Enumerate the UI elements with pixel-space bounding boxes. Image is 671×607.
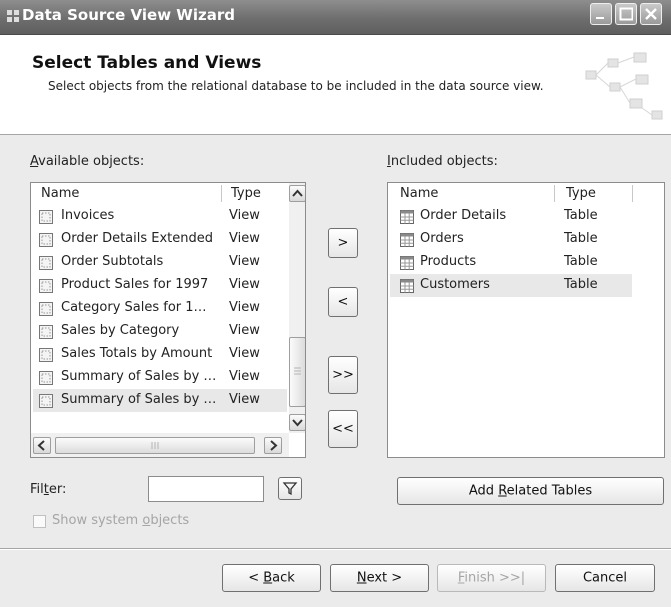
available-object-row[interactable]: Order Details Extended View (33, 228, 287, 251)
available-col-type[interactable]: Type (231, 186, 261, 201)
available-object-row-name: Product Sales for 1997 (61, 277, 209, 292)
available-horizontal-scrollbar[interactable] (31, 433, 289, 457)
back-button[interactable]: < Back (222, 564, 321, 592)
included-column-header: Name Type (388, 183, 664, 204)
available-object-row-type: View (229, 254, 260, 269)
included-col-type[interactable]: Type (566, 186, 596, 201)
filter-funnel-icon (282, 482, 298, 496)
filter-button[interactable] (278, 477, 302, 500)
available-object-row-type: View (229, 346, 260, 361)
add-related-tables-button[interactable]: Add Related Tables (397, 477, 664, 505)
included-object-row-type: Table (564, 208, 598, 223)
available-object-row-name: Category Sales for 1… (61, 300, 207, 315)
included-col-name[interactable]: Name (400, 186, 438, 201)
next-button[interactable]: Next > (330, 564, 429, 592)
included-object-row-type: Table (564, 231, 598, 246)
column-separator (632, 185, 633, 202)
column-separator (554, 185, 555, 202)
available-col-name[interactable]: Name (41, 186, 79, 201)
maximize-icon (619, 7, 633, 21)
available-object-row[interactable]: Sales by Category View (33, 320, 287, 343)
included-object-row-name: Customers (420, 277, 490, 292)
wizard-window: Data Source View Wizard Select Tables an… (0, 0, 671, 607)
maximize-button[interactable] (615, 3, 637, 25)
page-subtitle: Select objects from the relational datab… (48, 79, 544, 93)
available-object-row-name: Summary of Sales by … (61, 369, 217, 384)
included-object-row-type: Table (564, 254, 598, 269)
window-title: Data Source View Wizard (22, 6, 235, 24)
included-object-row[interactable]: Order Details Table (390, 205, 632, 228)
available-object-row-type: View (229, 277, 260, 292)
data-source-banner-icon (585, 52, 663, 120)
cancel-button[interactable]: Cancel (555, 564, 655, 592)
available-object-row-type: View (229, 231, 260, 246)
scroll-left-button[interactable] (33, 437, 51, 454)
available-object-row-name: Order Subtotals (61, 254, 164, 269)
minimize-icon (596, 17, 604, 19)
finish-button[interactable]: Finish >>| (437, 564, 546, 592)
available-column-header: Name Type (31, 183, 289, 204)
scroll-thumb[interactable] (289, 337, 305, 407)
chevron-down-icon (292, 419, 303, 427)
included-object-row[interactable]: Orders Table (390, 228, 632, 251)
footer-divider-highlight (0, 549, 671, 550)
included-object-row-name: Products (420, 254, 477, 269)
chevron-up-icon (292, 189, 303, 197)
scroll-right-button[interactable] (264, 437, 282, 454)
available-object-row[interactable]: Category Sales for 1… View (33, 297, 287, 320)
close-button[interactable] (640, 3, 662, 25)
available-object-row-type: View (229, 323, 260, 338)
show-system-objects-checkbox[interactable] (33, 515, 46, 528)
app-icon (7, 10, 19, 22)
add-selected-button[interactable]: > (328, 228, 358, 258)
available-object-row-type: View (229, 392, 260, 407)
available-object-row-type: View (229, 369, 260, 384)
available-object-row[interactable]: Summary of Sales by … View (33, 366, 287, 389)
included-object-row[interactable]: Products Table (390, 251, 632, 274)
available-object-row-name: Invoices (61, 208, 115, 223)
included-objects-list[interactable]: Name Type Order Details Table Orders Table P… (387, 182, 665, 458)
available-object-row-name: Order Details Extended (61, 231, 214, 246)
grip-icon (151, 442, 159, 449)
remove-selected-button[interactable]: < (328, 287, 358, 317)
available-object-row-type: View (229, 300, 260, 315)
available-objects-label: Available objects: (30, 154, 145, 169)
available-object-row-name: Sales Totals by Amount (61, 346, 213, 361)
available-object-row[interactable]: Product Sales for 1997 View (33, 274, 287, 297)
available-object-row[interactable]: Sales Totals by Amount View (33, 343, 287, 366)
close-icon (645, 8, 657, 20)
show-system-objects-label: Show system objects (52, 513, 190, 528)
wizard-header: Select Tables and Views Select objects f… (0, 35, 671, 135)
filter-label: Filter: (30, 482, 67, 497)
included-object-row-type: Table (564, 277, 598, 292)
chevron-left-icon (37, 440, 45, 451)
page-title: Select Tables and Views (32, 53, 262, 73)
chevron-right-icon (270, 440, 278, 451)
included-object-row-name: Order Details (420, 208, 507, 223)
included-object-row[interactable]: Customers Table (390, 274, 632, 297)
available-object-row[interactable]: Summary of Sales by … View (33, 389, 287, 412)
remove-all-button[interactable]: << (328, 410, 358, 448)
included-objects-label: Included objects: (387, 154, 498, 169)
minimize-button[interactable] (590, 3, 612, 25)
grip-icon (294, 367, 301, 375)
available-object-row-type: View (229, 208, 260, 223)
column-separator (221, 185, 222, 202)
horizontal-scroll-thumb[interactable] (55, 437, 255, 454)
available-object-row[interactable]: Invoices View (33, 205, 287, 228)
available-objects-list[interactable]: Name Type Invoices View Order Details Exte… (30, 182, 306, 458)
filter-input[interactable] (148, 476, 264, 502)
scroll-up-button[interactable] (289, 185, 305, 202)
included-object-row-name: Orders (420, 231, 464, 246)
add-all-button[interactable]: >> (328, 356, 358, 394)
available-object-row[interactable]: Order Subtotals View (33, 251, 287, 274)
title-bar[interactable]: Data Source View Wizard (0, 0, 671, 35)
scroll-down-button[interactable] (289, 414, 305, 431)
available-object-row-name: Sales by Category (61, 323, 180, 338)
available-vertical-scrollbar[interactable] (289, 183, 305, 433)
available-object-row-name: Summary of Sales by … (61, 392, 217, 407)
